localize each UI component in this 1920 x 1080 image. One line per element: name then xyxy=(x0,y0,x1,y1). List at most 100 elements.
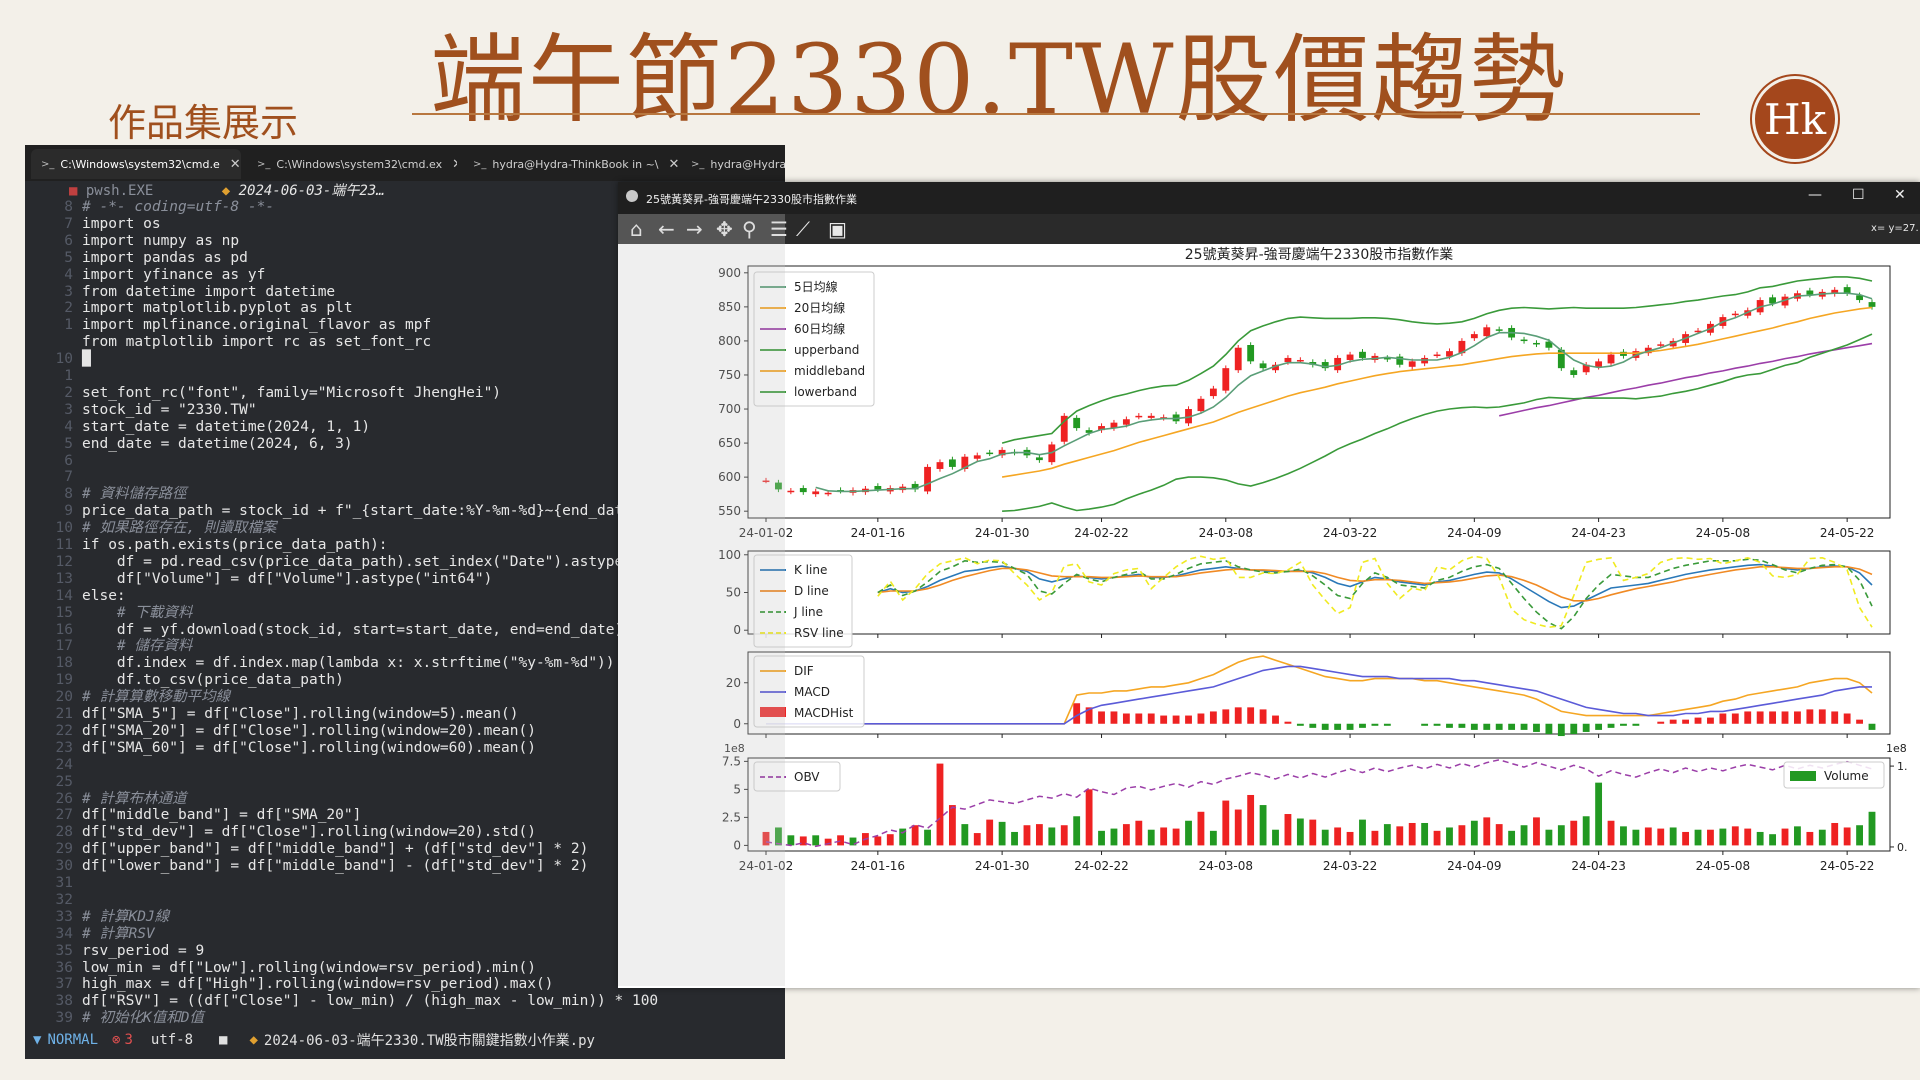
y-tick-label: 750 xyxy=(718,368,741,382)
terminal-tab-bar: >_ C:\Windows\system32\cmd.e ✕ >_ C:\Win… xyxy=(25,145,785,181)
code-line: df["upper_band"] = df["middle_band"] + (… xyxy=(82,841,589,858)
volume-bar xyxy=(1197,811,1205,846)
terminal-tab-3[interactable]: >_ hydra@Hydra-ThinkBook in ~\ ✕ xyxy=(463,149,678,179)
code-line: import os xyxy=(82,215,161,232)
tab-label: C:\Windows\system32\cmd.ex xyxy=(276,157,443,171)
code-line: # 初始化K值和D值 xyxy=(82,1010,204,1027)
line-number: 19 xyxy=(55,672,73,689)
pan-icon[interactable]: ✥ xyxy=(716,218,733,240)
close-icon[interactable]: ✕ xyxy=(230,157,241,172)
macd-hist-bar xyxy=(1110,711,1118,724)
volume-bar xyxy=(1657,828,1665,846)
code-line: set_font_rc("font", family="Microsoft Jh… xyxy=(82,384,502,401)
volume-bar xyxy=(1346,831,1354,846)
macd-hist-bar xyxy=(1371,723,1379,726)
code-line: import pandas as pd xyxy=(82,249,248,266)
macd-hist-bar xyxy=(1831,711,1839,724)
slide-title: 端午節2330.TW股價趨勢 xyxy=(430,24,1568,136)
vim-mode: NORMAL xyxy=(47,1032,99,1048)
volume-bar xyxy=(1122,824,1130,846)
macd-hist-bar xyxy=(1172,715,1180,724)
close-icon[interactable]: ✕ xyxy=(1894,187,1906,203)
macd-hist-bar xyxy=(1296,723,1304,726)
y-tick-label: 2.5 xyxy=(722,810,741,824)
volume-bar xyxy=(948,805,956,846)
code-line: import mplfinance.original_flavor as mpf xyxy=(82,317,432,334)
candlestick xyxy=(1483,327,1491,337)
volume-bar xyxy=(1856,825,1863,846)
edit-axis-icon[interactable]: ⟋ xyxy=(796,218,810,240)
line-number: 27 xyxy=(55,807,73,824)
maximize-icon[interactable]: ☐ xyxy=(1852,187,1865,203)
figure-canvas[interactable]: 25號黃葵昇-強哥慶端午2330股市指數作業550600650700750800… xyxy=(618,244,1920,988)
candlestick xyxy=(1234,347,1242,371)
volume-bar xyxy=(924,829,931,846)
candlestick xyxy=(936,462,944,469)
x-tick-label: 24-01-30 xyxy=(975,859,1029,873)
candlestick xyxy=(1520,339,1528,342)
line-number: 7 xyxy=(64,215,73,232)
close-icon[interactable]: ✕ xyxy=(669,157,678,172)
candlestick xyxy=(1346,354,1354,360)
volume-bar xyxy=(1644,827,1652,846)
terminal-tab-1[interactable]: >_ C:\Windows\system32\cmd.e ✕ xyxy=(31,149,241,179)
home-icon[interactable]: ⌂ xyxy=(630,218,643,240)
y-tick-label: 0 xyxy=(733,838,741,852)
volume-bar xyxy=(1707,829,1714,846)
legend-swatch xyxy=(1790,771,1816,781)
volume-bar xyxy=(1508,830,1516,846)
volume-bar xyxy=(1520,825,1528,846)
configure-icon[interactable]: ☰ xyxy=(770,218,788,240)
volume-bar xyxy=(1794,826,1801,846)
macd-hist-bar xyxy=(1620,723,1627,726)
line-number: 38 xyxy=(55,993,73,1010)
volume-bar xyxy=(1446,827,1453,846)
candlestick xyxy=(1284,357,1292,363)
line-number: 5 xyxy=(64,249,73,266)
line-number: 10 xyxy=(55,351,73,368)
volume-bar xyxy=(1669,827,1677,846)
legend-label: OBV xyxy=(794,770,820,784)
volume-bar xyxy=(1682,831,1690,846)
macd-hist-bar xyxy=(1657,721,1665,724)
x-tick-label: 24-03-08 xyxy=(1199,859,1253,873)
plot-window-titlebar[interactable]: 25號黃葵昇-強哥慶端午2330股市指數作業 — ☐ ✕ xyxy=(618,182,1920,214)
x-tick-label: 24-04-23 xyxy=(1571,859,1625,873)
y-tick-label: 5 xyxy=(733,782,741,796)
legend-label: DIF xyxy=(794,664,814,678)
volume-bar xyxy=(1011,831,1018,846)
x-tick-label: 24-05-08 xyxy=(1696,859,1750,873)
terminal-icon: >_ xyxy=(257,158,271,170)
terminal-tab-2[interactable]: >_ C:\Windows\system32\cmd.ex ✕ xyxy=(247,149,457,179)
line-number: 28 xyxy=(55,824,73,841)
line-number: 16 xyxy=(55,621,73,638)
volume-bar xyxy=(1321,829,1329,846)
y-tick-label: 850 xyxy=(718,300,741,314)
line-number: 33 xyxy=(55,908,73,925)
volume-bar xyxy=(1222,800,1230,846)
macd-hist-bar xyxy=(1570,723,1578,734)
volume-bar xyxy=(1160,827,1168,846)
volume-bar xyxy=(961,824,969,846)
terminal-tab-4[interactable]: >_ hydra@Hydra-Th xyxy=(681,149,785,179)
macd-hist-bar xyxy=(1284,721,1292,724)
code-line: import matplotlib.pyplot as plt xyxy=(82,300,353,317)
close-icon[interactable]: ✕ xyxy=(452,157,457,172)
volume-bar xyxy=(1781,828,1789,846)
volume-bar xyxy=(1359,819,1366,846)
code-line: rsv_period = 9 xyxy=(82,942,205,959)
save-icon[interactable]: ▣ xyxy=(828,218,847,240)
macd-hist-bar xyxy=(1185,715,1192,724)
axis-offset-label: 1e8 xyxy=(1886,742,1907,755)
line-number: 35 xyxy=(55,942,73,959)
tab-label: hydra@Hydra-Th xyxy=(710,157,785,171)
code-line: # 計算KDJ線 xyxy=(82,908,170,925)
forward-icon[interactable]: → xyxy=(686,218,703,240)
macd-hist-bar xyxy=(1309,723,1317,728)
minimize-icon[interactable]: — xyxy=(1808,187,1822,203)
candlestick xyxy=(1408,361,1416,367)
zoom-icon[interactable]: ⚲ xyxy=(742,218,757,240)
back-icon[interactable]: ← xyxy=(658,218,675,240)
slide-subtitle: 作品集展示 xyxy=(108,101,299,145)
process-icon: ■ xyxy=(69,183,78,199)
